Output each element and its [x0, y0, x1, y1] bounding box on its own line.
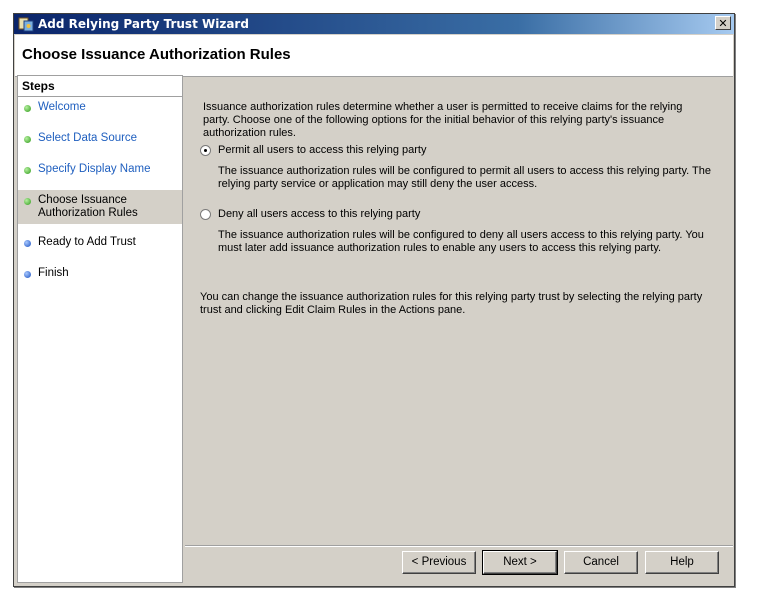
deny-all-label[interactable]: Deny all users access to this relying pa…	[218, 208, 420, 221]
step-pending-icon	[24, 240, 31, 247]
intro-text: Issuance authorization rules determine w…	[203, 101, 683, 139]
step-label: Choose Issuance Authorization Rules	[38, 194, 138, 219]
step-ready-to-add-trust: Ready to Add Trust	[18, 232, 182, 255]
step-choose-issuance-authorization-rules: Choose Issuance Authorization Rules	[18, 190, 182, 224]
step-complete-icon	[24, 167, 31, 174]
deny-all-radio-option[interactable]: Deny all users access to this relying pa…	[200, 208, 420, 221]
permit-all-label[interactable]: Permit all users to access this relying …	[218, 144, 426, 157]
step-pending-icon	[24, 271, 31, 278]
step-complete-icon	[24, 136, 31, 143]
steps-heading: Steps	[18, 76, 182, 97]
step-complete-icon	[24, 105, 31, 112]
step-label: Finish	[38, 267, 69, 279]
header-band: Choose Issuance Authorization Rules	[15, 35, 733, 77]
deny-all-description: The issuance authorization rules will be…	[218, 229, 704, 254]
title-bar[interactable]: Add Relying Party Trust Wizard ✕	[14, 14, 734, 34]
permit-all-description: The issuance authorization rules will be…	[218, 165, 711, 190]
close-icon: ✕	[718, 17, 728, 30]
step-label: Ready to Add Trust	[38, 236, 136, 248]
step-current-icon	[24, 198, 31, 205]
permit-all-radio[interactable]	[200, 145, 211, 156]
deny-all-radio[interactable]	[200, 209, 211, 220]
step-label: Select Data Source	[38, 132, 138, 144]
app-icon	[18, 17, 34, 32]
close-button[interactable]: ✕	[715, 16, 731, 30]
window-title: Add Relying Party Trust Wizard	[38, 17, 249, 31]
button-separator	[185, 545, 733, 547]
step-label: Welcome	[38, 101, 86, 113]
wizard-window: Add Relying Party Trust Wizard ✕ Choose …	[13, 13, 735, 587]
step-welcome[interactable]: Welcome	[18, 97, 182, 120]
step-finish: Finish	[18, 263, 182, 286]
page-title: Choose Issuance Authorization Rules	[22, 46, 291, 63]
permit-all-radio-option[interactable]: Permit all users to access this relying …	[200, 144, 426, 157]
footnote-text: You can change the issuance authorizatio…	[200, 291, 703, 316]
step-label: Specify Display Name	[38, 163, 151, 175]
step-select-data-source[interactable]: Select Data Source	[18, 128, 182, 151]
cancel-button[interactable]: Cancel	[564, 551, 638, 574]
steps-panel: Steps Welcome Select Data Source Specify…	[17, 75, 183, 583]
step-specify-display-name[interactable]: Specify Display Name	[18, 159, 182, 182]
help-button[interactable]: Help	[645, 551, 719, 574]
previous-button[interactable]: < Previous	[402, 551, 476, 574]
next-button[interactable]: Next >	[482, 550, 558, 575]
